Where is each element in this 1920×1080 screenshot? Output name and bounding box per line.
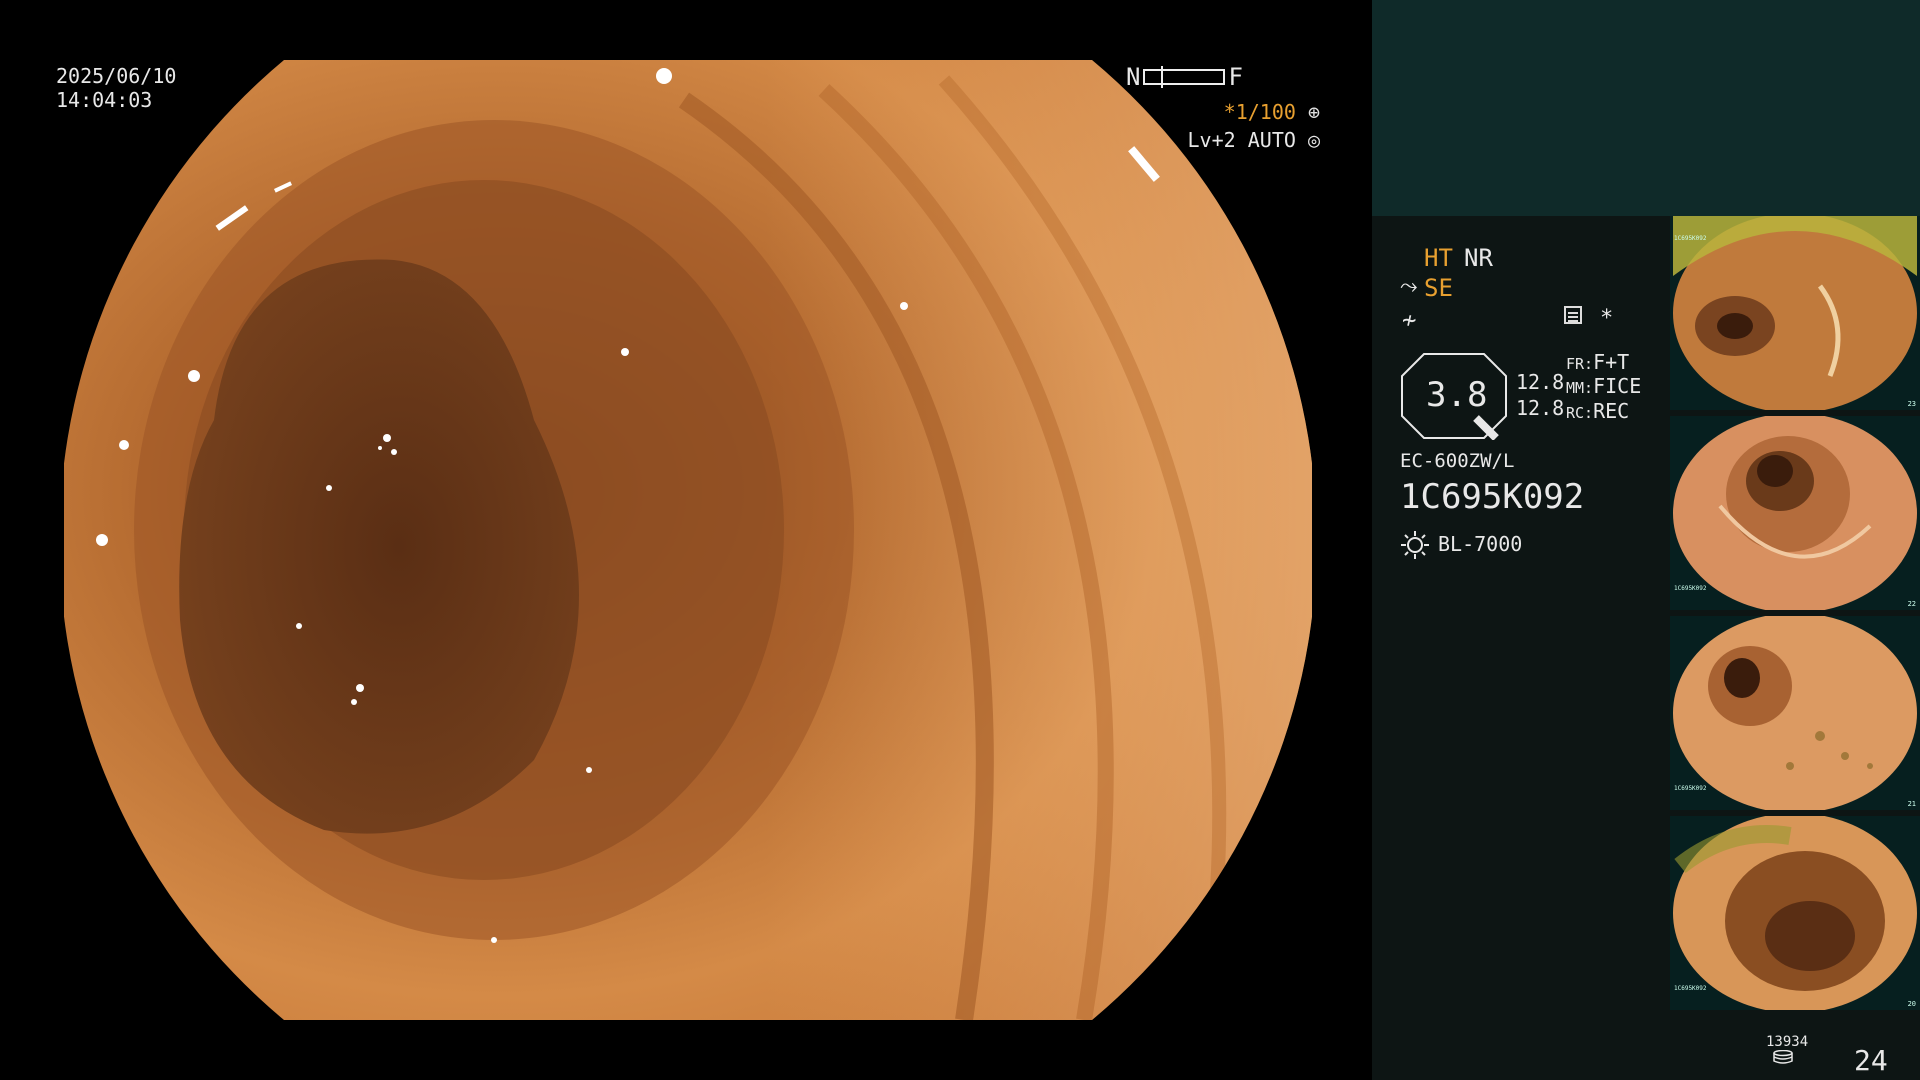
star-indicator: * (1600, 306, 1614, 331)
thumb-index: 23 (1907, 400, 1916, 408)
thumb-index: 20 (1907, 1000, 1916, 1008)
ht-indicator: HT (1424, 244, 1453, 272)
near-far-bar (1143, 66, 1226, 88)
thumb-index: 22 (1907, 600, 1916, 608)
side-panel: HT NR ⤳ SE ≁ * 3.8 12.8 12.8 FR:F+T MM:F… (1372, 0, 1920, 1080)
rc-value: REC (1593, 399, 1630, 423)
endoscopic-image (64, 60, 1312, 1020)
list-icon (1564, 306, 1582, 324)
thumb-serial: 1C695K092 (1674, 235, 1707, 242)
status-info: HT NR ⤳ SE ≁ * 3.8 12.8 12.8 FR:F+T MM:F… (1372, 216, 1670, 1080)
mm-value: FICE (1593, 374, 1642, 398)
near-label: N (1126, 63, 1141, 91)
scope-model: EC-600ZW/L (1400, 450, 1515, 472)
rc-row: RC:REC (1566, 401, 1629, 421)
thumbnail-image (1670, 616, 1920, 810)
captured-thumbnail[interactable]: 1C695K092 23 (1670, 216, 1920, 410)
thumbnail-image (1670, 416, 1920, 610)
level-value: Lv+2 (1187, 128, 1236, 152)
fr-value: F+T (1593, 350, 1630, 374)
nr-indicator: NR (1464, 244, 1493, 272)
mm-row: MM:FICE (1566, 376, 1641, 396)
fr-label: FR: (1566, 355, 1594, 373)
value-a: 12.8 (1516, 370, 1565, 394)
light-source-icon (1401, 531, 1429, 559)
thumbnail-image (1670, 816, 1920, 1010)
side-panel-top (1372, 0, 1920, 216)
captured-thumbnail[interactable]: 1C695K092 22 (1670, 416, 1920, 610)
thumbnail-image (1670, 216, 1920, 410)
rc-label: RC: (1566, 404, 1594, 422)
exam-date: 2025/06/10 (56, 64, 177, 88)
near-far-indicator: N F (1126, 65, 1243, 89)
shutter-speed: *1/100 ⊕ (1224, 102, 1320, 122)
page-number: 24 (1854, 1044, 1888, 1077)
zoom-value: 3.8 (1426, 375, 1488, 415)
mm-label: MM: (1566, 379, 1594, 397)
thumb-serial: 1C695K092 (1674, 985, 1707, 992)
se-indicator: SE (1424, 274, 1453, 302)
shutter-value: *1/100 (1223, 100, 1296, 124)
database-icon (1773, 1050, 1793, 1064)
iris-value: AUTO (1247, 128, 1296, 152)
light-source: BL-7000 (1438, 532, 1523, 556)
thumb-index: 21 (1907, 800, 1916, 808)
thumb-serial: 1C695K092 (1674, 785, 1707, 792)
thumb-serial: 1C695K092 (1674, 585, 1707, 592)
endoscope-main-view: 2025/06/10 14:04:03 N F *1/100 ⊕ Lv+2 AU… (0, 0, 1372, 1080)
freeze-icon: ⊕ (1307, 100, 1320, 124)
far-label: F (1228, 63, 1243, 91)
captured-thumbnail[interactable]: 1C695K092 21 (1670, 616, 1920, 810)
se-icon: ⤳ (1400, 274, 1418, 299)
value-b: 12.8 (1516, 396, 1565, 420)
brightness-level: Lv+2 AUTO ◎ (1188, 130, 1320, 150)
iris-icon: ◎ (1307, 128, 1320, 152)
image-count: 13934 (1766, 1034, 1809, 1050)
zigzag-icon: ≁ (1402, 306, 1417, 334)
fr-row: FR:F+T (1566, 352, 1629, 372)
exam-time: 14:04:03 (56, 88, 153, 112)
scope-serial: 1C695K092 (1400, 477, 1585, 517)
captured-thumbnail[interactable]: 1C695K092 20 (1670, 816, 1920, 1010)
